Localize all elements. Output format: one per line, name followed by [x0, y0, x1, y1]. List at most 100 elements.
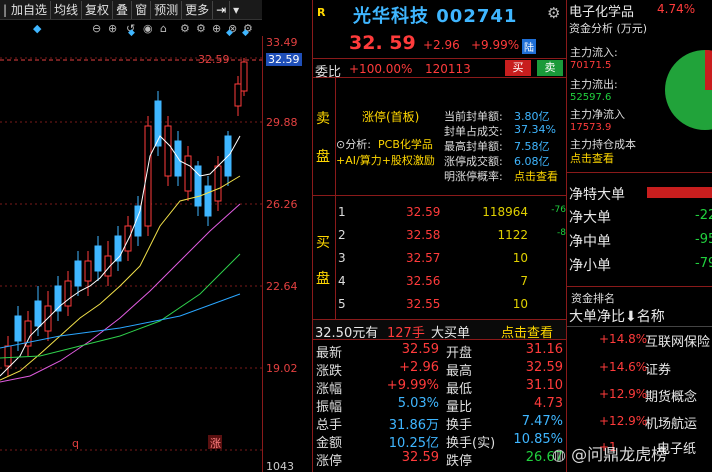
diamond-marker-icon: ◆ — [33, 22, 42, 35]
next-limit-prob-link[interactable]: 点击查看 — [514, 168, 558, 184]
quote-label: 涨幅 — [316, 382, 343, 397]
quote-value: 32.59 — [401, 342, 439, 357]
fund-analysis-label: 资金分析 (万元) — [569, 22, 648, 35]
quote-value: 4.73 — [534, 396, 563, 411]
buy-button[interactable]: 买 — [505, 60, 531, 76]
price-change: +2.96 — [423, 38, 460, 52]
net-super-large-label: 净特大单 — [569, 187, 625, 203]
sell-side-char: 盘 — [316, 149, 330, 165]
yaxis-label: 22.64 — [266, 280, 298, 293]
bid-qty: 118964 — [482, 205, 528, 219]
moving-average-button[interactable]: 均线 — [51, 0, 83, 19]
bid-row[interactable]: 5 32.55 10 — [336, 297, 568, 317]
candle-body — [164, 125, 172, 177]
forecast-button[interactable]: 预测 — [151, 0, 183, 19]
rank-title: 资金排名 — [571, 292, 615, 305]
adjust-button[interactable]: 复权 — [82, 0, 114, 19]
outflow-value: 52597.6 — [570, 92, 612, 103]
zoom-out-icon[interactable]: ⊖ — [92, 22, 101, 35]
candle-body — [234, 83, 242, 107]
rank-name[interactable]: 机场航运 — [645, 413, 697, 432]
quote-label: 开盘 — [446, 346, 473, 361]
rank-pct: +12.9% — [599, 414, 648, 428]
analysis-tag[interactable]: PCB化学品 — [378, 136, 433, 152]
bid-row[interactable]: 4 32.56 7 — [336, 274, 568, 294]
bid-row[interactable]: 1 32.59 118964 -76 — [336, 205, 568, 225]
more-button[interactable]: 更多 — [182, 0, 214, 19]
sector-name[interactable]: 电子化学品 — [569, 1, 634, 20]
bid-level: 4 — [338, 274, 346, 288]
bag-icon[interactable]: ⌂ — [160, 22, 167, 35]
quote-value: 7.47% — [521, 414, 563, 429]
rank-header[interactable]: 大单净比⬇名称 — [569, 306, 665, 326]
candle-body — [14, 315, 22, 342]
divider — [567, 326, 712, 327]
add-watchlist-button[interactable]: 加自选 — [8, 0, 52, 19]
settings-icon[interactable]: ⚙ — [180, 22, 190, 35]
rank-name[interactable]: 互联网保险 — [645, 331, 710, 350]
overlay-button[interactable]: 叠 — [113, 0, 133, 19]
weibo-icon: ◍ — [552, 445, 566, 464]
quote-grid: 最新 32.59 开盘 31.16 涨跌 +2.96 最高 32.59 涨幅 +… — [312, 340, 566, 472]
toolbar-edge: | — [3, 2, 8, 17]
chart-marker-limit-up: 涨 — [210, 437, 221, 450]
yaxis-label: 26.26 — [266, 198, 298, 211]
rank-name[interactable]: 证券 — [645, 359, 671, 378]
settings-icon[interactable]: ⚙ — [196, 22, 206, 35]
sell-button[interactable]: 卖 — [537, 60, 563, 76]
candle-body — [214, 165, 222, 202]
quote-label: 涨停 — [316, 454, 343, 469]
price-axis: 33.49 32.59 29.88 26.26 22.64 19.02 1043 — [262, 36, 312, 472]
stock-title[interactable]: 光华科技 002741 — [353, 2, 517, 28]
candle-body — [240, 61, 248, 92]
net-super-large-bar — [647, 187, 712, 198]
chart-icon-row: ◆ ⊖ ⊕ ↺ ◉ ⌂ ⚙ ⚙ ⊕ ⊗ ⚙ ◆ ◆ ◆ — [0, 20, 262, 38]
net-small-value: -79 — [695, 256, 712, 271]
bid-level: 2 — [338, 228, 346, 242]
sell-side-panel: 卖 盘 涨停(首板) ⊙分析: PCB化学品 +AI/算力+股权激励 当前封单额… — [312, 78, 566, 196]
big-buy-label: 大买单 — [431, 326, 471, 341]
eye-icon[interactable]: ◉ — [143, 22, 153, 35]
sort-down-icon: ⬇ — [625, 309, 637, 325]
bid-row[interactable]: 3 32.57 10 — [336, 251, 568, 271]
chevron-down-icon[interactable]: ▾ — [230, 1, 242, 19]
quote-row: 最新 32.59 开盘 31.16 — [313, 342, 567, 361]
window-button[interactable]: 窗 — [132, 0, 152, 19]
bid-delta: -8 — [557, 228, 566, 238]
bid-row[interactable]: 2 32.58 1122 -8 — [336, 228, 568, 248]
rank-pct: +14.6% — [599, 360, 648, 374]
gear-icon[interactable]: ⚙ — [547, 4, 560, 22]
arrow-right-to-bar-icon[interactable]: ⇥ — [213, 0, 231, 19]
rank-name[interactable]: 期货概念 — [645, 386, 697, 405]
ma20-line — [0, 203, 241, 383]
fund-pie-chart — [665, 50, 712, 130]
sector-pct: 4.74% — [657, 2, 696, 16]
sealed-ratio-label: 封单占成交: — [444, 125, 503, 138]
big-buy-link[interactable]: 点击查看 — [501, 322, 553, 341]
zoom-in-icon[interactable]: ⊕ — [108, 22, 117, 35]
yaxis-label: 19.02 — [266, 362, 298, 375]
order-diff-volume: 120113 — [425, 62, 471, 76]
limit-up-info: 涨停(首板) ⊙分析: PCB化学品 +AI/算力+股权激励 当前封单额: 3.… — [335, 78, 567, 196]
quote-value: +9.99% — [386, 378, 439, 393]
quote-row: 振幅 5.03% 量比 4.73 — [313, 396, 567, 415]
candle-body — [204, 185, 212, 217]
kline-chart[interactable]: q 涨 — [0, 36, 262, 472]
bid-qty: 7 — [520, 274, 528, 288]
plus-circle-icon[interactable]: ⊕ — [212, 22, 221, 35]
candle-body — [74, 260, 82, 287]
net-inflow-label: 主力净流入 — [570, 108, 625, 121]
quote-label: 换手 — [446, 418, 473, 433]
analysis-tag[interactable]: +AI/算力+股权激励 — [336, 152, 435, 168]
rank-pct: +12.9% — [599, 387, 648, 401]
cost-link[interactable]: 点击查看 — [570, 150, 614, 166]
candle-body — [184, 155, 192, 192]
quote-label: 总手 — [316, 418, 343, 433]
last-price: 32. 59 — [349, 32, 416, 54]
quote-row: 涨幅 +9.99% 最低 31.10 — [313, 378, 567, 397]
quote-row: 涨停 32.59 跌停 26.67 — [313, 450, 567, 469]
bid-price: 32.56 — [406, 274, 441, 288]
candle-body — [4, 345, 12, 367]
candle-body — [54, 285, 62, 312]
limit-up-amount-value: 6.08亿 — [514, 155, 550, 168]
